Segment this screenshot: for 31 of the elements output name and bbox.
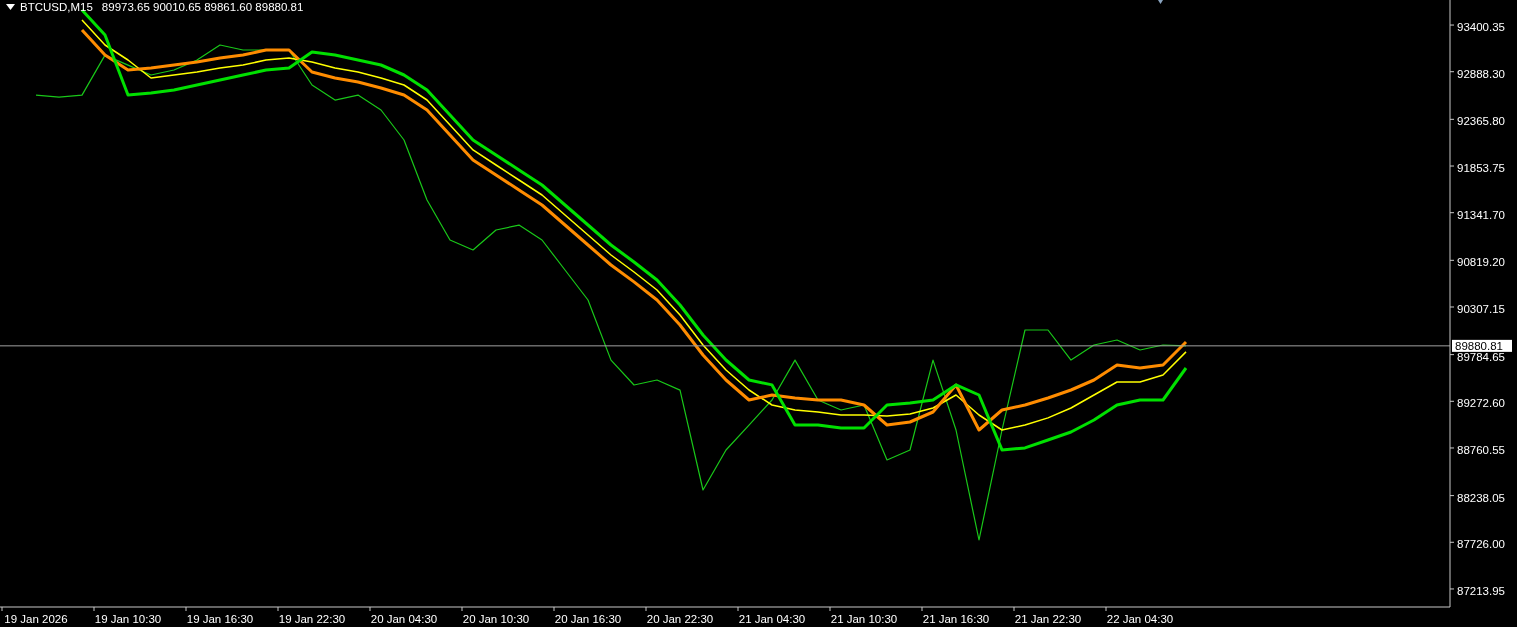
price-tick-label: 89784.65 — [1457, 350, 1505, 363]
price-tick-label: 92365.80 — [1457, 115, 1505, 128]
time-tick-label: 19 Jan 10:30 — [94, 613, 162, 625]
symbol-label: BTCUSD,M15 — [20, 1, 93, 13]
price-tick-label: 90819.20 — [1457, 256, 1505, 269]
price-tick-label: 89272.60 — [1457, 397, 1505, 410]
price-tick-label: 92888.30 — [1457, 67, 1505, 80]
time-tick-label: 20 Jan 22:30 — [646, 613, 714, 625]
price-tick-label: 91853.75 — [1457, 162, 1505, 174]
time-tick-label: 20 Jan 04:30 — [370, 613, 438, 625]
quote-values: 89973.65 90010.65 89861.60 89880.81 — [101, 1, 304, 13]
time-tick-label: 22 Jan 04:30 — [1106, 613, 1174, 625]
price-tick-label: 91341.70 — [1457, 208, 1505, 221]
price-tick-label: 88238.05 — [1457, 491, 1505, 504]
price-tick-label: 87726.00 — [1457, 538, 1505, 551]
time-tick-label: 21 Jan 04:30 — [738, 613, 806, 625]
price-tick-label: 93400.35 — [1457, 21, 1505, 34]
ref-line-label: 89880.81 — [1455, 339, 1503, 352]
time-tick-label: 20 Jan 16:30 — [554, 613, 622, 625]
price-tick-label: 87213.95 — [1457, 584, 1505, 597]
time-tick-label: 21 Jan 10:30 — [830, 613, 898, 625]
current-price-tag: 89880.81 — [1452, 339, 1512, 352]
price-tick-label: 90307.15 — [1457, 303, 1505, 315]
time-tick-label: 21 Jan 22:30 — [1014, 613, 1082, 625]
price-tick-label: 88760.55 — [1457, 444, 1505, 456]
time-tick-label: 19 Jan 2026 — [4, 613, 68, 625]
caret-icon[interactable] — [6, 4, 15, 10]
time-tick-label: 19 Jan 16:30 — [186, 613, 254, 625]
time-tick-label: 21 Jan 16:30 — [922, 613, 990, 625]
time-tick-label: 20 Jan 10:30 — [462, 613, 530, 625]
time-tick-label: 19 Jan 22:30 — [278, 613, 346, 625]
